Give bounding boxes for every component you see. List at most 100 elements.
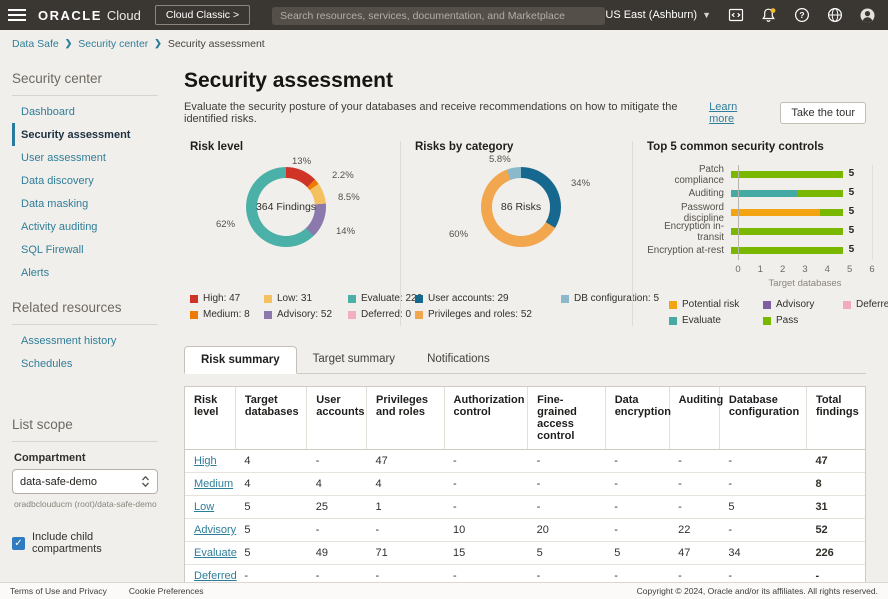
table-cell: - bbox=[444, 450, 528, 473]
notifications-bell-icon[interactable] bbox=[760, 7, 777, 24]
risk-level-donut-chart[interactable]: 364 Findings bbox=[246, 167, 326, 247]
table-cell: 4 bbox=[235, 450, 306, 473]
svg-text:?: ? bbox=[799, 10, 804, 20]
legend-swatch bbox=[763, 317, 771, 325]
breadcrumb-security-center[interactable]: Security center bbox=[78, 38, 148, 50]
include-child-compartments-checkbox[interactable]: ✓ bbox=[12, 537, 25, 550]
sidebar-item-schedules[interactable]: Schedules bbox=[12, 352, 158, 375]
slice-label: 62% bbox=[216, 219, 235, 230]
list-scope-section: List scope Compartment data-safe-demo or… bbox=[12, 417, 158, 555]
sidebar-item-security-assessment[interactable]: Security assessment bbox=[12, 123, 158, 146]
help-icon[interactable]: ? bbox=[793, 7, 810, 24]
cookie-preferences-link[interactable]: Cookie Preferences bbox=[129, 586, 204, 596]
bar-total-label: 5 bbox=[849, 187, 855, 198]
table-row: High4-47-----47 bbox=[185, 450, 865, 473]
tab-risk-summary[interactable]: Risk summary bbox=[184, 346, 297, 374]
risks-by-category-donut-chart[interactable]: 86 Risks bbox=[481, 167, 561, 247]
bar-track[interactable]: 5 bbox=[731, 247, 865, 254]
legend-swatch bbox=[348, 295, 356, 303]
sidebar-item-assessment-history[interactable]: Assessment history bbox=[12, 329, 158, 352]
developer-console-icon[interactable] bbox=[727, 7, 744, 24]
table-cell: 5 bbox=[235, 519, 306, 542]
table-cell: 20 bbox=[528, 519, 606, 542]
x-axis-tick: 3 bbox=[802, 264, 807, 275]
col-authorization-control: Authorization control bbox=[444, 387, 528, 450]
sidebar-item-alerts[interactable]: Alerts bbox=[12, 261, 158, 284]
user-avatar-icon[interactable] bbox=[859, 7, 876, 24]
bar-track[interactable]: 5 bbox=[731, 209, 865, 216]
sidebar-item-activity-auditing[interactable]: Activity auditing bbox=[12, 215, 158, 238]
legend-label: Pass bbox=[776, 315, 798, 326]
breadcrumb-data-safe[interactable]: Data Safe bbox=[12, 38, 59, 50]
bar-track[interactable]: 5 bbox=[731, 190, 865, 197]
risk-level-link-deferred[interactable]: Deferred bbox=[194, 570, 237, 582]
legend-swatch bbox=[264, 295, 272, 303]
bar-segment-pass bbox=[820, 209, 842, 216]
tab-target-summary[interactable]: Target summary bbox=[297, 346, 411, 374]
sidebar-item-data-discovery[interactable]: Data discovery bbox=[12, 169, 158, 192]
x-axis-tick: 6 bbox=[869, 264, 874, 275]
table-cell: - bbox=[367, 519, 445, 542]
cloud-classic-button[interactable]: Cloud Classic > bbox=[155, 5, 250, 25]
breadcrumb-current: Security assessment bbox=[168, 38, 265, 50]
security-controls-bar-chart: Patch compliance5Auditing5Password disci… bbox=[647, 165, 888, 260]
tab-notifications[interactable]: Notifications bbox=[411, 346, 506, 374]
table-cell: - bbox=[719, 519, 806, 542]
table-cell: 22 bbox=[669, 519, 719, 542]
sidebar-item-sql-firewall[interactable]: SQL Firewall bbox=[12, 238, 158, 261]
include-child-compartments-row: ✓ Include child compartments bbox=[12, 531, 158, 555]
page-description: Evaluate the security posture of your da… bbox=[184, 101, 703, 125]
bar-row: Encryption in-transit5 bbox=[647, 222, 888, 241]
take-the-tour-button[interactable]: Take the tour bbox=[780, 102, 866, 124]
table-cell: 5 bbox=[235, 496, 306, 519]
bar-total-label: 5 bbox=[849, 168, 855, 179]
table-row: Low5251----531 bbox=[185, 496, 865, 519]
bar-segment-pass bbox=[731, 228, 843, 235]
bar-track[interactable]: 5 bbox=[731, 228, 865, 235]
hamburger-menu-icon[interactable] bbox=[8, 9, 26, 21]
col-data-encryption: Data encryption bbox=[605, 387, 669, 450]
x-axis-tick: 5 bbox=[847, 264, 852, 275]
bar-track[interactable]: 5 bbox=[731, 171, 865, 178]
language-globe-icon[interactable] bbox=[826, 7, 843, 24]
table-cell: 10 bbox=[444, 519, 528, 542]
slice-label: 8.5% bbox=[338, 192, 360, 203]
compartment-path-hint: oradbclouducm (root)/data-safe-demo bbox=[14, 499, 158, 509]
table-cell: 31 bbox=[806, 496, 865, 519]
risk-level-link-evaluate[interactable]: Evaluate bbox=[194, 547, 237, 559]
table-cell: 49 bbox=[307, 542, 367, 565]
security-controls-legend: Potential riskAdvisoryDeferredEvaluatePa… bbox=[669, 299, 888, 326]
table-cell: 47 bbox=[806, 450, 865, 473]
sidebar-item-user-assessment[interactable]: User assessment bbox=[12, 146, 158, 169]
x-axis-ticks: 0123456 bbox=[738, 264, 888, 277]
legend-swatch bbox=[669, 301, 677, 309]
bar-segment-evaluate bbox=[731, 190, 798, 197]
search-input[interactable] bbox=[272, 7, 605, 25]
legend-swatch bbox=[348, 311, 356, 319]
risk-level-link-low[interactable]: Low bbox=[194, 501, 214, 513]
table-cell: - bbox=[528, 473, 606, 496]
risk-level-link-medium[interactable]: Medium bbox=[194, 478, 233, 490]
risk-level-link-high[interactable]: High bbox=[194, 455, 217, 467]
legend-label: Advisory bbox=[776, 299, 814, 310]
learn-more-link[interactable]: Learn more bbox=[709, 101, 760, 125]
x-axis-label: Target databases bbox=[738, 278, 872, 289]
risk-level-link-advisory[interactable]: Advisory bbox=[194, 524, 236, 536]
table-cell: 52 bbox=[806, 519, 865, 542]
legend-swatch bbox=[669, 317, 677, 325]
x-axis-tick: 0 bbox=[735, 264, 740, 275]
bar-total-label: 5 bbox=[849, 244, 855, 255]
bar-row: Encryption at-rest5 bbox=[647, 241, 888, 260]
slice-label: 60% bbox=[449, 229, 468, 240]
legend-label: Potential risk bbox=[682, 299, 739, 310]
sidebar-item-data-masking[interactable]: Data masking bbox=[12, 192, 158, 215]
legend-swatch bbox=[415, 311, 423, 319]
sidebar-item-dashboard[interactable]: Dashboard bbox=[12, 100, 158, 123]
slice-label: 2.2% bbox=[332, 170, 354, 181]
table-cell: 47 bbox=[669, 542, 719, 565]
divider bbox=[12, 95, 158, 96]
compartment-select[interactable]: data-safe-demo bbox=[12, 469, 158, 494]
terms-link[interactable]: Terms of Use and Privacy bbox=[10, 586, 107, 596]
region-selector[interactable]: US East (Ashburn) ▼ bbox=[605, 9, 711, 21]
col-fine-grained-access: Fine-grained access control bbox=[528, 387, 606, 450]
